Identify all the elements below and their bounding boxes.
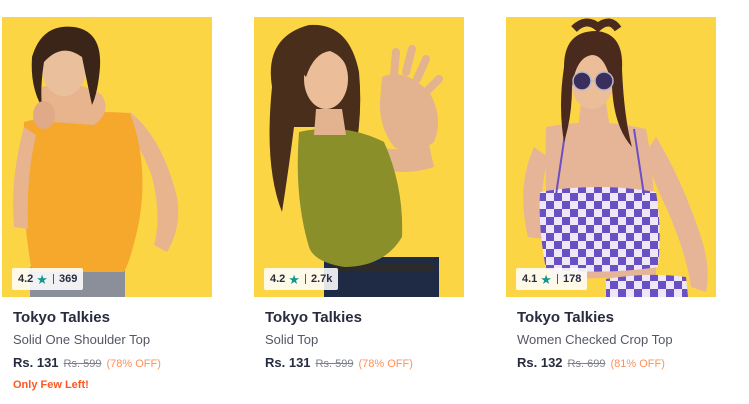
product-discount: (81% OFF) — [610, 358, 665, 370]
product-image[interactable]: 4.1 ★ 178 — [506, 17, 716, 297]
stock-alert: Only Few Left! — [13, 379, 89, 391]
model-photo-olive-solid-top — [254, 17, 464, 297]
product-info[interactable]: Tokyo Talkies Solid Top Rs. 131 Rs. 599 … — [254, 309, 468, 370]
product-price: Rs. 131 — [265, 355, 311, 370]
product-card[interactable]: 4.1 ★ 178 Tokyo Talkies Women Checked Cr… — [506, 17, 720, 370]
rating-count: 369 — [58, 273, 78, 285]
rating-value: 4.1 — [522, 273, 538, 285]
rating-count: 178 — [562, 273, 582, 285]
product-mrp: Rs. 599 — [63, 358, 102, 370]
product-card[interactable]: 4.2 ★ 2.7k Tokyo Talkies Solid Top Rs. 1… — [254, 17, 468, 370]
rating-value: 4.2 — [18, 273, 34, 285]
product-name: Women Checked Crop Top — [517, 332, 673, 347]
product-mrp: Rs. 599 — [315, 358, 354, 370]
product-brand: Tokyo Talkies — [13, 309, 110, 326]
rating-divider — [52, 274, 54, 284]
price-row: Rs. 131 Rs. 599 (78% OFF) — [13, 355, 216, 370]
rating-badge: 4.1 ★ 178 — [516, 268, 588, 290]
rating-value: 4.2 — [270, 273, 286, 285]
model-photo-orange-one-shoulder-top — [2, 17, 212, 297]
product-name: Solid Top — [265, 332, 319, 347]
product-price: Rs. 131 — [13, 355, 59, 370]
product-image[interactable]: 4.2 ★ 369 — [2, 17, 212, 297]
star-icon: ★ — [36, 271, 48, 287]
rating-count: 2.7k — [310, 273, 333, 285]
price-row: Rs. 131 Rs. 599 (78% OFF) — [265, 355, 468, 370]
star-icon: ★ — [540, 271, 552, 287]
model-photo-purple-checked-crop-top — [506, 17, 716, 297]
product-brand: Tokyo Talkies — [517, 309, 614, 326]
star-icon: ★ — [288, 271, 300, 287]
product-mrp: Rs. 699 — [567, 358, 606, 370]
rating-divider — [556, 274, 558, 284]
rating-badge: 4.2 ★ 369 — [12, 268, 84, 290]
product-card[interactable]: 4.2 ★ 369 Tokyo Talkies Solid One Should… — [2, 17, 216, 391]
price-row: Rs. 132 Rs. 699 (81% OFF) — [517, 355, 720, 370]
product-discount: (78% OFF) — [358, 358, 413, 370]
product-name: Solid One Shoulder Top — [13, 332, 151, 347]
rating-badge: 4.2 ★ 2.7k — [264, 268, 339, 290]
product-discount: (78% OFF) — [106, 358, 161, 370]
product-info[interactable]: Tokyo Talkies Solid One Shoulder Top Rs.… — [2, 309, 216, 391]
product-price: Rs. 132 — [517, 355, 563, 370]
rating-divider — [304, 274, 306, 284]
product-grid: 4.2 ★ 369 Tokyo Talkies Solid One Should… — [0, 0, 749, 404]
product-image[interactable]: 4.2 ★ 2.7k — [254, 17, 464, 297]
product-info[interactable]: Tokyo Talkies Women Checked Crop Top Rs.… — [506, 309, 720, 370]
product-brand: Tokyo Talkies — [265, 309, 362, 326]
